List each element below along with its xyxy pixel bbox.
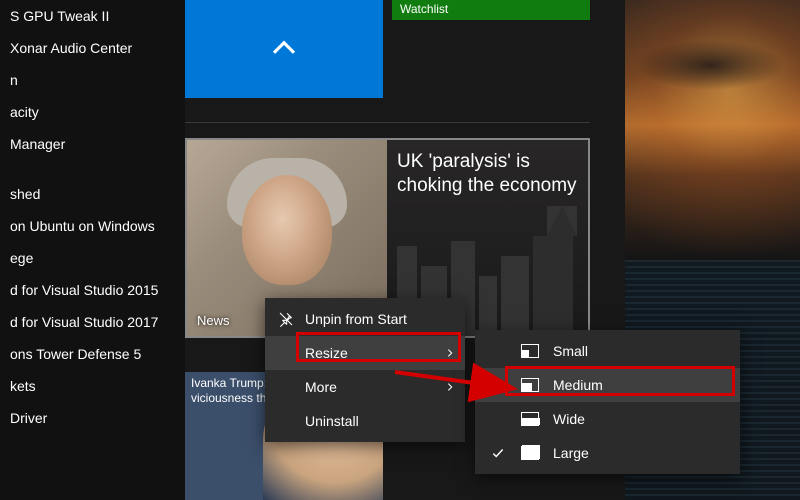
resize-option-small[interactable]: Small	[475, 334, 740, 368]
resize-option-wide[interactable]: Wide	[475, 402, 740, 436]
size-large-icon	[521, 446, 539, 460]
resize-option-large[interactable]: Large	[475, 436, 740, 470]
menu-item-unpin[interactable]: Unpin from Start	[265, 302, 465, 336]
app-list-item[interactable]: Xonar Audio Center	[0, 32, 185, 64]
tile-context-menu: Unpin from Start Resize More Uninstall	[265, 298, 465, 442]
menu-item-uninstall[interactable]: Uninstall	[265, 404, 465, 438]
tile-money-watchlist[interactable]: Watchlist	[392, 0, 590, 20]
tile-group-separator	[185, 122, 590, 123]
app-list-item[interactable]: ons Tower Defense 5	[0, 338, 185, 370]
menu-item-label: Uninstall	[305, 413, 359, 429]
app-list-item[interactable]: Driver	[0, 402, 185, 434]
chevron-right-icon	[445, 382, 455, 392]
start-menu-app-list[interactable]: S GPU Tweak II Xonar Audio Center n acit…	[0, 0, 185, 500]
menu-item-label: Unpin from Start	[305, 311, 407, 327]
app-list-item[interactable]: ege	[0, 242, 185, 274]
chevron-up-icon	[269, 34, 299, 64]
menu-item-label: Large	[553, 445, 589, 461]
app-list-item[interactable]: S GPU Tweak II	[0, 0, 185, 32]
app-list-item[interactable]: shed	[0, 178, 185, 210]
checkmark-icon	[489, 446, 507, 460]
size-wide-icon	[521, 412, 539, 426]
menu-item-label: Wide	[553, 411, 585, 427]
chevron-right-icon	[445, 348, 455, 358]
app-list-item[interactable]: kets	[0, 370, 185, 402]
size-medium-icon	[521, 378, 539, 392]
app-list-item[interactable]: d for Visual Studio 2017	[0, 306, 185, 338]
tile-collapse-group[interactable]	[185, 0, 383, 98]
unpin-icon	[277, 311, 295, 327]
menu-item-more[interactable]: More	[265, 370, 465, 404]
app-list-item[interactable]: on Ubuntu on Windows	[0, 210, 185, 242]
tile-label: Watchlist	[400, 2, 448, 16]
menu-item-label: Medium	[553, 377, 603, 393]
tile-app-label: News	[197, 313, 230, 328]
resize-submenu: Small Medium Wide Large	[475, 330, 740, 474]
app-list-item[interactable]: d for Visual Studio 2015	[0, 274, 185, 306]
app-list-item[interactable]: n	[0, 64, 185, 96]
menu-item-label: Small	[553, 343, 588, 359]
menu-item-label: More	[305, 379, 337, 395]
menu-item-resize[interactable]: Resize	[265, 336, 465, 370]
app-list-item[interactable]: acity	[0, 96, 185, 128]
menu-item-label: Resize	[305, 345, 348, 361]
news-headline: UK 'paralysis' is choking the economy	[397, 150, 582, 198]
app-list-item[interactable]: Manager	[0, 128, 185, 160]
size-small-icon	[521, 344, 539, 358]
resize-option-medium[interactable]: Medium	[475, 368, 740, 402]
